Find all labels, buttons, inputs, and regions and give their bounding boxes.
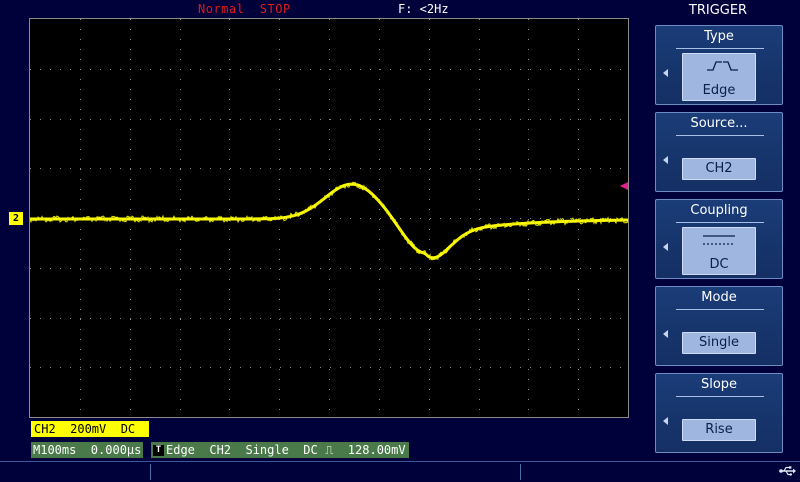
menu-item-mode[interactable]: Mode Single xyxy=(655,286,783,366)
menu-item-title: Source... xyxy=(690,116,748,131)
frequency-readout: F: <2Hz xyxy=(398,2,449,16)
type-value-button[interactable]: Edge xyxy=(682,53,756,101)
menu-title: TRIGGER xyxy=(688,3,748,18)
menu-item-title: Slope xyxy=(700,377,738,392)
waveform-display xyxy=(29,18,629,418)
source-value[interactable]: CH2 xyxy=(682,158,756,180)
menu-separator xyxy=(676,48,764,49)
menu-separator xyxy=(676,309,764,310)
menu-arrow-icon xyxy=(663,69,668,77)
trigger-level-marker[interactable] xyxy=(620,182,628,190)
menu-item-coupling[interactable]: Coupling DC xyxy=(655,199,783,279)
trigger-icon: T xyxy=(153,444,164,456)
timebase-info-label: M100ms 0.000μs xyxy=(31,442,144,458)
edge-trigger-icon xyxy=(683,58,755,78)
coupling-value: DC xyxy=(709,257,729,272)
menu-item-source[interactable]: Source... CH2 xyxy=(655,112,783,192)
menu-separator xyxy=(676,135,764,136)
menu-separator xyxy=(676,396,764,397)
trigger-info-text: Edge CH2 Single DC ⎍ 128.00mV xyxy=(166,443,406,457)
menu-item-title: Coupling xyxy=(690,203,748,218)
ch2-waveform-trace xyxy=(30,181,628,261)
type-value: Edge xyxy=(702,83,736,98)
trigger-info-label: T Edge CH2 Single DC ⎍ 128.00mV xyxy=(151,442,409,458)
bottom-status-bar xyxy=(0,462,800,480)
slope-value[interactable]: Rise xyxy=(682,419,756,441)
mode-value[interactable]: Single xyxy=(682,332,756,354)
menu-item-type[interactable]: Type Edge xyxy=(655,25,783,105)
menu-arrow-icon xyxy=(663,330,668,338)
bottom-bar-separator xyxy=(520,464,521,480)
menu-separator xyxy=(676,222,764,223)
bottom-bar-separator xyxy=(150,464,151,480)
coupling-value-button[interactable]: DC xyxy=(682,227,756,275)
menu-arrow-icon xyxy=(663,417,668,425)
menu-item-title: Mode xyxy=(701,290,737,305)
menu-item-title: Type xyxy=(704,29,734,44)
menu-arrow-icon xyxy=(663,243,668,251)
usb-icon xyxy=(778,462,796,478)
dc-coupling-icon xyxy=(683,232,755,252)
menu-arrow-icon xyxy=(663,156,668,164)
menu-item-slope[interactable]: Slope Rise xyxy=(655,373,783,453)
channel-2-info-label: CH2 200mV DC xyxy=(31,421,150,437)
channel-2-ground-marker[interactable]: 2 xyxy=(9,212,23,225)
trigger-status: Normal STOP xyxy=(198,2,291,16)
